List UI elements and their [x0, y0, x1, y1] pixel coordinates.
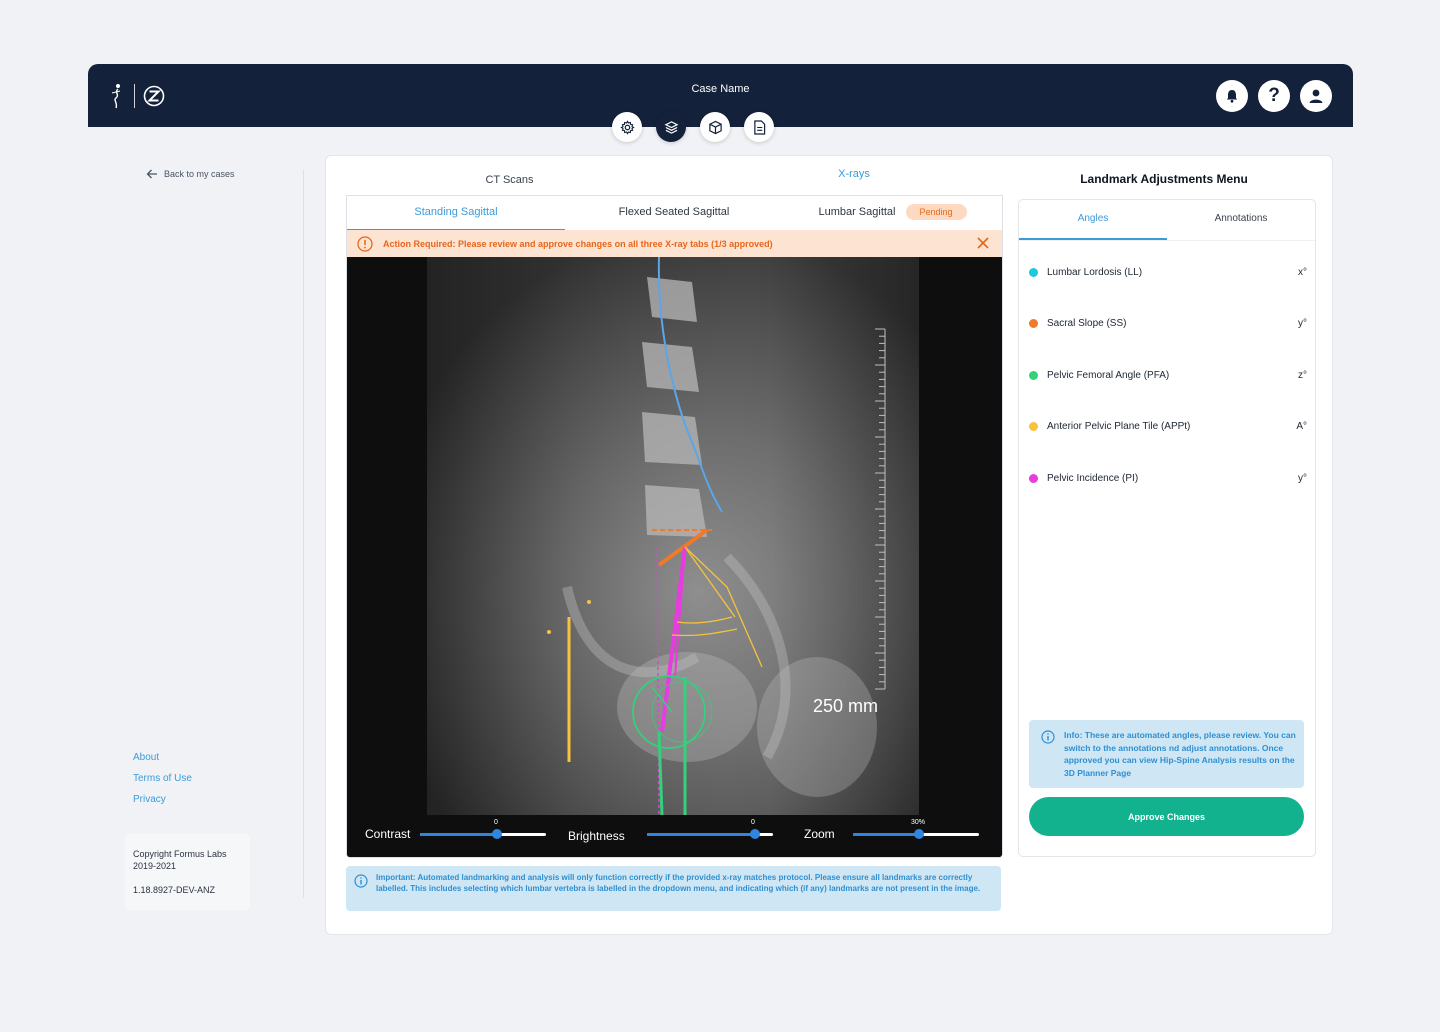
landmark-menu-card: Angles Annotations Lumbar Lordosis (LL) …: [1018, 199, 1316, 857]
contrast-knob[interactable]: [492, 829, 502, 839]
angle-value: A°: [1296, 420, 1307, 432]
angle-name: Lumbar Lordosis (LL): [1047, 266, 1143, 278]
brightness-knob[interactable]: [750, 829, 760, 839]
scale-label: 250 mm: [813, 696, 878, 716]
cube-icon: [708, 120, 722, 134]
model-step-button[interactable]: [700, 112, 730, 142]
alert-text: Action Required: Please review and appro…: [383, 238, 773, 249]
lumbar-tab-label: Lumbar Sagittal: [818, 206, 896, 218]
help-button[interactable]: ?: [1258, 80, 1290, 112]
angle-name: Pelvic Incidence (PI): [1047, 472, 1139, 484]
main-card: CT Scans X-rays Standing Sagittal Flexed…: [325, 155, 1333, 935]
angle-row-pi[interactable]: Pelvic Incidence (PI) y°: [1029, 468, 1307, 488]
pi-color-dot: [1029, 473, 1038, 483]
zoom-value: 30%: [911, 819, 926, 826]
copyright-text: Copyright Formus Labs 2019-2021: [133, 849, 227, 871]
approve-changes-button[interactable]: Approve Changes: [1029, 797, 1304, 836]
version-text: 1.18.8927-DEV-ANZ: [133, 885, 216, 895]
automated-angles-info: Info: These are automated angles, please…: [1029, 720, 1304, 788]
appt-color-dot: [1029, 421, 1038, 431]
xray-panel: Standing Sagittal Flexed Seated Sagittal…: [346, 195, 1003, 858]
zoom-label: Zoom: [804, 827, 835, 841]
back-to-cases-link[interactable]: Back to my cases: [146, 169, 235, 179]
brightness-label: Brightness: [568, 829, 625, 843]
tab-angles[interactable]: Angles: [1019, 200, 1167, 240]
angle-value: y°: [1298, 317, 1307, 329]
step-nav: [612, 112, 774, 142]
back-link-label: Back to my cases: [164, 169, 235, 179]
info-text: Info: These are automated angles, please…: [1064, 730, 1296, 778]
warning-circle-icon: [357, 235, 373, 252]
user-icon: [1309, 89, 1323, 103]
top-header: Case Name ?: [88, 64, 1353, 142]
about-link[interactable]: About: [133, 752, 192, 763]
brightness-value: 0: [751, 819, 755, 826]
contrast-value: 0: [494, 819, 498, 826]
contrast-label: Contrast: [365, 827, 411, 841]
app-window: Case Name ? Back to my cases About Terms…: [88, 64, 1353, 944]
landmark-menu-title: Landmark Adjustments Menu: [1080, 172, 1248, 186]
tab-xrays[interactable]: X-rays: [707, 166, 1001, 197]
document-icon: [753, 119, 765, 135]
xray-viewer[interactable]: 250 mm Contrast 0 Brightness 0 Zoom 30%: [347, 257, 1002, 857]
pending-badge: Pending: [905, 204, 967, 221]
scan-type-tabs: CT Scans X-rays: [346, 166, 1001, 197]
important-text: Important: Automated landmarking and ana…: [376, 873, 981, 893]
case-name-title: Case Name: [691, 83, 750, 95]
tab-annotations[interactable]: Annotations: [1167, 200, 1315, 240]
arrow-left-icon: [146, 169, 157, 179]
bell-icon: [1226, 90, 1238, 103]
layers-icon: [664, 120, 678, 134]
tab-flexed-seated-sagittal[interactable]: Flexed Seated Sagittal: [565, 196, 783, 229]
angle-row-appt[interactable]: Anterior Pelvic Plane Tile (APPt) A°: [1029, 416, 1307, 436]
close-icon[interactable]: [976, 236, 990, 250]
angle-row-ll[interactable]: Lumbar Lordosis (LL) x°: [1029, 262, 1307, 282]
info-icon: [354, 874, 368, 888]
tab-ct-scans[interactable]: CT Scans: [346, 166, 673, 196]
tab-lumbar-sagittal[interactable]: Lumbar Sagittal Pending: [783, 196, 1002, 229]
angle-row-pfa[interactable]: Pelvic Femoral Angle (PFA) z°: [1029, 365, 1307, 385]
angle-name: Sacral Slope (SS): [1047, 317, 1127, 329]
action-required-alert: Action Required: Please review and appro…: [347, 230, 1002, 257]
info-icon: [1041, 730, 1055, 744]
tab-standing-sagittal[interactable]: Standing Sagittal: [347, 196, 565, 231]
important-notice: Important: Automated landmarking and ana…: [346, 866, 1001, 911]
angle-name: Anterior Pelvic Plane Tile (APPt): [1047, 420, 1191, 432]
contrast-slider[interactable]: 0: [420, 819, 546, 839]
pfa-color-dot: [1029, 370, 1038, 380]
xray-view-tabs: Standing Sagittal Flexed Seated Sagittal…: [347, 196, 1002, 231]
ll-color-dot: [1029, 267, 1038, 277]
sidebar-links: About Terms of Use Privacy: [133, 752, 192, 805]
angle-value: x°: [1298, 266, 1307, 278]
layers-step-button[interactable]: [656, 112, 686, 142]
help-icon: ?: [1268, 85, 1280, 106]
copyright-box: Copyright Formus Labs 2019-2021 1.18.892…: [125, 834, 250, 910]
gear-icon: [619, 119, 635, 135]
profile-button[interactable]: [1300, 80, 1332, 112]
privacy-link[interactable]: Privacy: [133, 794, 192, 805]
ss-color-dot: [1029, 318, 1038, 328]
image-controls: Contrast 0 Brightness 0 Zoom 30%: [347, 815, 1002, 857]
angle-row-ss[interactable]: Sacral Slope (SS) y°: [1029, 313, 1307, 333]
angle-value: y°: [1298, 472, 1307, 484]
sidebar-divider: [303, 170, 304, 898]
terms-link[interactable]: Terms of Use: [133, 773, 192, 784]
landmark-tabs: Angles Annotations: [1019, 200, 1315, 241]
notifications-button[interactable]: [1216, 80, 1248, 112]
zoom-slider[interactable]: 30%: [853, 819, 979, 839]
report-step-button[interactable]: [744, 112, 774, 142]
angle-value: z°: [1298, 369, 1307, 381]
xray-image[interactable]: 250 mm: [347, 257, 1002, 815]
angle-name: Pelvic Femoral Angle (PFA): [1047, 369, 1170, 381]
zoom-knob[interactable]: [914, 829, 924, 839]
brightness-slider[interactable]: 0: [647, 819, 773, 839]
settings-step-button[interactable]: [612, 112, 642, 142]
